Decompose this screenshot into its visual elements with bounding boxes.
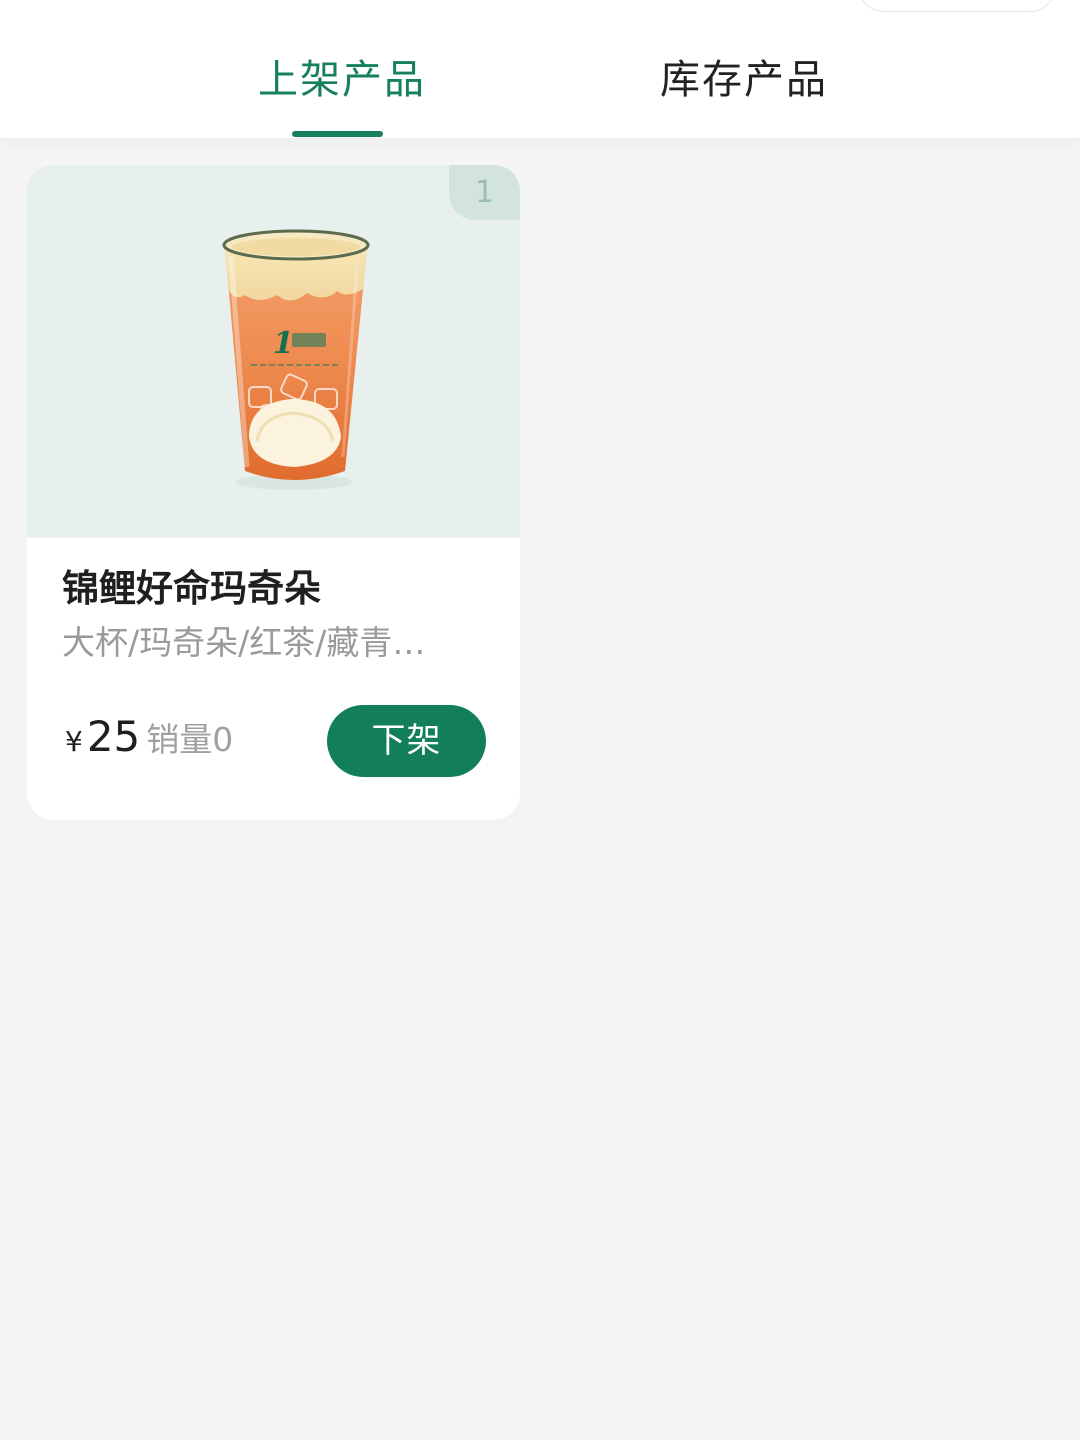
sales-count: 销量0 <box>146 720 234 759</box>
product-name: 锦鲤好命玛奇朵 <box>62 567 321 610</box>
product-image-area: 1 1 <box>27 165 520 538</box>
product-price: 25 <box>86 712 141 761</box>
tab-bar: 上架产品 库存产品 <box>0 0 1080 138</box>
tab-listed-products[interactable]: 上架产品 <box>258 52 426 108</box>
product-card[interactable]: 1 1 锦鲤好命玛奇朵 大杯/玛奇朵/红茶/藏青… ¥25 销量0 下架 <box>27 165 520 820</box>
active-tab-indicator <box>292 131 383 137</box>
currency-symbol: ¥ <box>65 725 83 758</box>
price-row: ¥25 销量0 <box>65 712 233 768</box>
delist-button[interactable]: 下架 <box>327 705 486 777</box>
milk-tea-cup-image: 1 <box>222 229 370 490</box>
tab-inventory-products[interactable]: 库存产品 <box>660 52 828 108</box>
svg-text:1: 1 <box>273 326 294 361</box>
top-partial-control[interactable] <box>858 0 1056 12</box>
product-index-badge: 1 <box>449 165 520 220</box>
product-description: 大杯/玛奇朵/红茶/藏青… <box>62 623 426 662</box>
